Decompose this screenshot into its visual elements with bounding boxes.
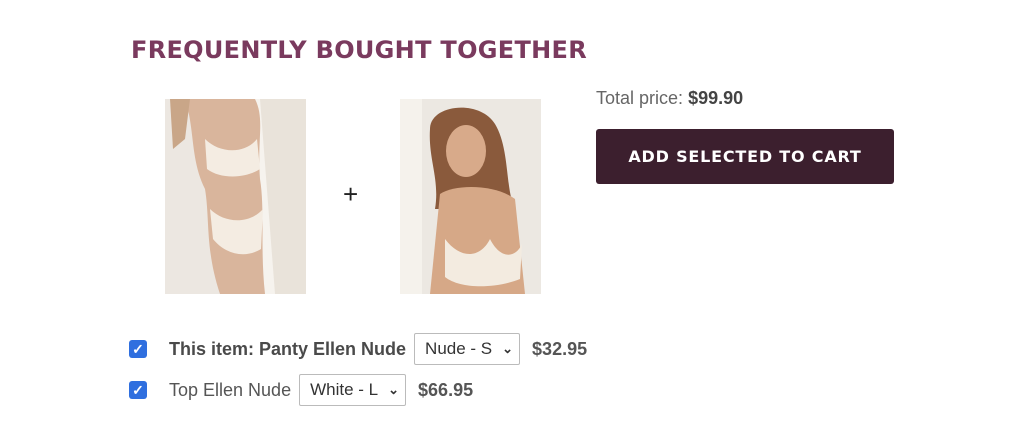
section-title: FREQUENTLY BOUGHT TOGETHER: [131, 36, 587, 64]
item-price: $32.95: [532, 338, 588, 359]
bundle-item-row: ✓ This item: Panty Ellen Nude Nude - S ⌄…: [129, 333, 587, 365]
panty-photo: [165, 99, 306, 294]
product-image-top[interactable]: [400, 99, 541, 294]
product-image-panty[interactable]: [165, 99, 306, 294]
checkmark-icon: ✓: [132, 381, 144, 398]
total-price-label: Total price:: [596, 88, 684, 108]
variant-select[interactable]: Nude - S ⌄: [414, 333, 521, 365]
item-checkbox[interactable]: ✓: [129, 381, 147, 399]
item-price: $66.95: [418, 379, 474, 400]
total-price-value: $99.90: [688, 88, 744, 108]
variant-select-value: Nude - S: [425, 339, 493, 358]
item-checkbox[interactable]: ✓: [129, 340, 147, 358]
chevron-down-icon: ⌄: [502, 341, 514, 356]
add-selected-to-cart-button[interactable]: ADD SELECTED TO CART: [596, 129, 894, 184]
variant-select-value: White - L: [310, 380, 379, 399]
variant-select[interactable]: White - L ⌄: [299, 374, 407, 406]
checkmark-icon: ✓: [132, 340, 144, 357]
item-name: This item: Panty Ellen Nude: [169, 338, 407, 359]
bundle-item-row: ✓ Top Ellen Nude White - L ⌄ $66.95: [129, 374, 473, 406]
plus-icon: +: [343, 179, 359, 209]
total-price: Total price: $99.90: [596, 88, 743, 109]
chevron-down-icon: ⌄: [388, 382, 400, 397]
top-photo: [400, 99, 541, 294]
item-name: Top Ellen Nude: [169, 379, 292, 400]
